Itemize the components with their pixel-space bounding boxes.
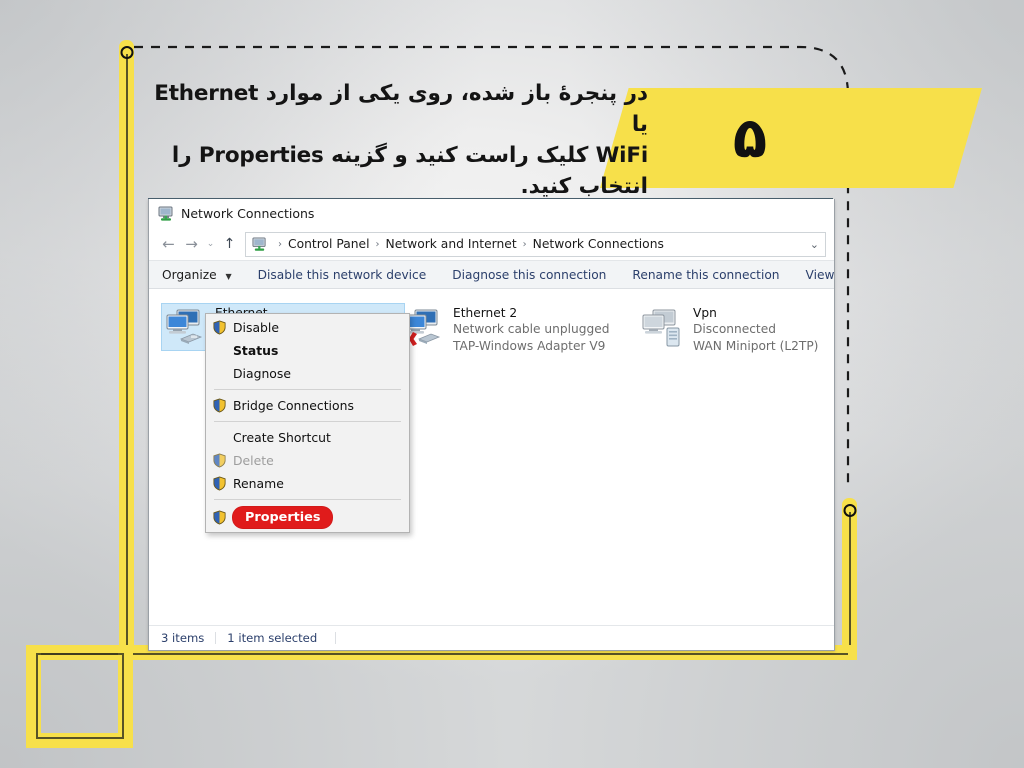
network-adapter-icon (163, 308, 209, 348)
breadcrumb-separator-2: › (522, 238, 527, 250)
list-item-text: Ethernet 2 Network cable unplugged TAP-W… (453, 305, 609, 354)
context-menu-item-disable[interactable]: Disable (206, 316, 409, 339)
shield-icon (212, 453, 227, 468)
context-menu-label: Bridge Connections (233, 398, 354, 413)
decor-square-outline (36, 653, 124, 739)
status-divider-trailing (335, 632, 337, 644)
decor-right-pin-circle (843, 504, 856, 517)
list-item-text: Vpn Disconnected WAN Miniport (L2TP) (693, 305, 818, 354)
context-menu-item-rename[interactable]: Rename (206, 472, 409, 495)
context-menu-separator (214, 499, 401, 500)
context-menu-item-status[interactable]: Status (206, 339, 409, 362)
step-caption: در پنجرهٔ باز شده، روی یکی از موارد Ethe… (150, 78, 648, 202)
context-menu-label: Delete (233, 453, 274, 468)
context-menu-item-delete: Delete (206, 449, 409, 472)
network-connections-icon (158, 206, 174, 222)
diagnose-connection-button[interactable]: Diagnose this connection (439, 268, 619, 282)
breadcrumb-separator-1: › (375, 238, 380, 250)
navigation-bar: ← → ⌄ ↑ › Control Panel › Network and In… (149, 228, 834, 260)
breadcrumb-network-icon (252, 236, 267, 252)
connection-adapter: WAN Miniport (L2TP) (693, 338, 819, 353)
window-titlebar: Network Connections (149, 199, 834, 228)
selection-count: 1 item selected (227, 631, 318, 645)
decor-right-bar (842, 498, 857, 660)
shield-icon (212, 509, 227, 525)
list-item-ethernet-2[interactable]: Ethernet 2 Network cable unplugged TAP-W… (401, 305, 626, 354)
context-menu-item-bridge-connections[interactable]: Bridge Connections (206, 394, 409, 417)
connection-name: Ethernet 2 (453, 306, 518, 320)
rename-connection-button[interactable]: Rename this connection (619, 268, 792, 282)
caption-line-1: در پنجرهٔ باز شده، روی یکی از موارد Ethe… (154, 81, 648, 137)
decor-bottom-bar-spine (36, 653, 848, 655)
shield-icon (212, 476, 227, 491)
icon-placeholder (212, 366, 227, 381)
context-menu-item-properties[interactable]: Properties (206, 504, 409, 530)
disable-network-device-button[interactable]: Disable this network device (245, 268, 440, 282)
chevron-down-icon-breadcrumb[interactable]: ⌄ (810, 238, 819, 251)
organize-label: Organize (162, 267, 217, 282)
status-divider (215, 632, 217, 644)
caption-line-2: WiFi کلیک راست کنید و گزینه Properties ر… (171, 143, 648, 168)
context-menu-separator (214, 421, 401, 422)
context-menu-label: Diagnose (233, 366, 291, 381)
decor-left-bar-spine (125, 54, 128, 660)
breadcrumb-item-network-and-internet[interactable]: Network and Internet (386, 237, 517, 251)
context-menu-label: Rename (233, 476, 284, 491)
shield-icon (212, 398, 227, 413)
arrow-up-icon[interactable]: ↑ (218, 233, 241, 255)
shield-icon (212, 320, 227, 335)
connection-adapter: TAP-Windows Adapter V9 (453, 338, 606, 353)
connection-status: Disconnected (693, 322, 776, 337)
breadcrumb-separator-0: › (278, 238, 282, 250)
context-menu: Disable Status Diagnose Bridge Connectio… (205, 313, 410, 533)
context-menu-item-diagnose[interactable]: Diagnose (206, 362, 409, 385)
organize-button[interactable]: Organize ▼ (159, 268, 245, 282)
context-menu-label: Create Shortcut (233, 430, 331, 445)
context-menu-item-create-shortcut[interactable]: Create Shortcut (206, 426, 409, 449)
breadcrumb-item-control-panel[interactable]: Control Panel (288, 237, 370, 251)
icon-placeholder (212, 343, 227, 358)
context-menu-separator (214, 389, 401, 390)
arrow-right-icon[interactable]: → (180, 233, 203, 255)
context-menu-label-highlighted: Properties (232, 505, 334, 529)
context-menu-label: Status (233, 343, 279, 358)
breadcrumb-item-network-connections[interactable]: Network Connections (533, 237, 664, 251)
caret-down-icon: ▼ (225, 271, 232, 281)
status-bar: 3 items 1 item selected (149, 625, 834, 650)
decor-left-bar (119, 40, 134, 660)
arrow-left-icon[interactable]: ← (157, 233, 180, 255)
list-item-vpn[interactable]: Vpn Disconnected WAN Miniport (L2TP) (641, 305, 834, 354)
icon-placeholder (212, 430, 227, 445)
breadcrumb[interactable]: › Control Panel › Network and Internet ›… (245, 231, 826, 257)
decor-right-bar-spine (848, 512, 851, 660)
connection-status: Network cable unplugged (453, 322, 610, 337)
context-menu-label: Disable (233, 320, 279, 335)
chevron-down-icon-recent[interactable]: ⌄ (203, 233, 218, 255)
view-status-button[interactable]: View status of this conn (793, 268, 834, 282)
window-title: Network Connections (181, 206, 315, 221)
vpn-adapter-icon (641, 308, 687, 348)
connection-name: Vpn (693, 306, 717, 320)
decor-left-pin-circle (120, 46, 133, 59)
item-count: 3 items (161, 631, 205, 645)
command-toolbar: Organize ▼ Disable this network device D… (149, 260, 834, 289)
